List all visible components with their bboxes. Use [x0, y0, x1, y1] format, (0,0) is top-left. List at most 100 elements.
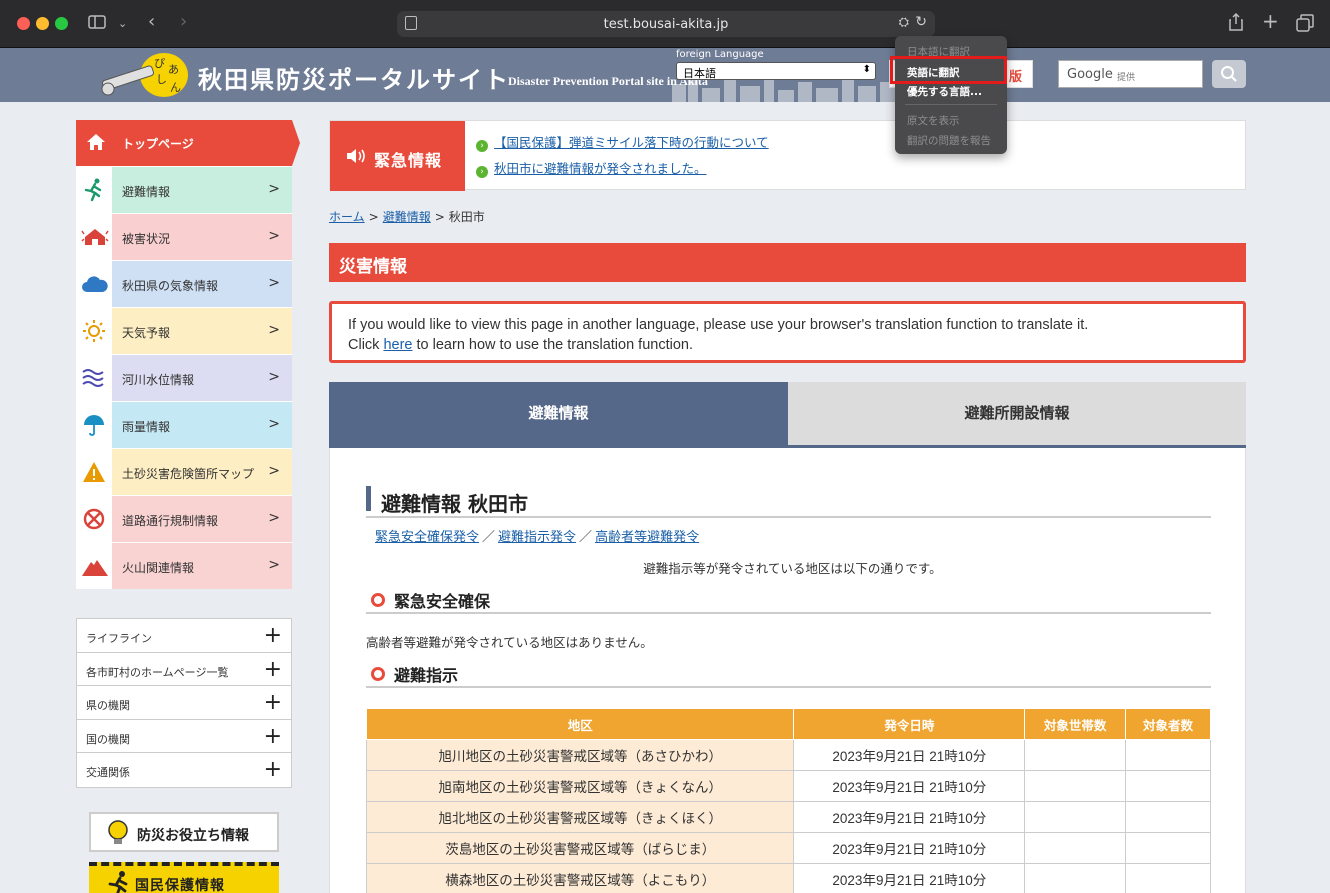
link-text: 【国民保護】弾道ミサイル落下時の行動について: [494, 135, 769, 150]
column-header-households: 対象世帯数: [1024, 708, 1127, 740]
table-row: 旭南地区の土砂災害警戒区域等（きょくなん） 2023年9月21日 21時10分: [365, 770, 1211, 802]
sidebar-item-evacuation[interactable]: 避難情報 >: [76, 166, 292, 213]
breadcrumb-section[interactable]: 避難情報: [383, 210, 431, 224]
sidebar-item-volcano[interactable]: 火山関連情報 >: [76, 542, 292, 589]
urgent-info-heading: 緊急情報: [330, 121, 465, 191]
damaged-house-icon: [81, 229, 109, 245]
table-row: 横森地区の土砂災害警戒区域等（よこもり） 2023年9月21日 21時10分: [365, 863, 1211, 893]
chevron-right-icon: >: [268, 275, 280, 291]
menu-separator: [905, 104, 997, 105]
column-header-datetime: 発令日時: [793, 708, 1026, 740]
plus-icon: +: [263, 690, 282, 715]
urgent-link-missile[interactable]: › 【国民保護】弾道ミサイル落下時の行動について: [476, 132, 769, 152]
sidebar-item-label: トップページ: [122, 137, 194, 151]
table-row: 旭川地区の土砂災害警戒区域等（あさひかわ） 2023年9月21日 21時10分: [365, 739, 1211, 771]
zoom-window-button[interactable]: [55, 17, 68, 30]
tab-shelter-info[interactable]: 避難所開設情報: [788, 382, 1246, 445]
disaster-tips-banner[interactable]: 防災お役立ち情報: [89, 812, 279, 852]
new-tab-icon[interactable]: +: [1262, 11, 1279, 31]
icon-box: [76, 167, 112, 213]
arrow-circle-icon: ›: [476, 140, 488, 152]
sidebar-item-forecast[interactable]: 天気予報 >: [76, 307, 292, 354]
reload-icon[interactable]: ↻: [915, 14, 927, 30]
tab-evacuation-info[interactable]: 避難情報: [329, 382, 788, 445]
url-text: test.bousai-akita.jp: [603, 17, 729, 32]
cell-households: [1024, 832, 1127, 864]
urgent-link-akita-evacuation[interactable]: › 秋田市に避難情報が発令されました。: [476, 158, 707, 178]
urgent-info-label: 緊急情報: [374, 151, 443, 170]
close-window-button[interactable]: [17, 17, 30, 30]
menu-item-preferred-languages[interactable]: 優先する言語...: [907, 84, 982, 99]
menu-item-report-issue[interactable]: 翻訳の問題を報告: [907, 133, 991, 148]
sidebar-item-label: 火山関連情報: [122, 561, 195, 575]
site-title[interactable]: 秋田県防災ポータルサイト: [198, 60, 510, 95]
accordion-item-transport[interactable]: 交通関係 +: [77, 753, 291, 787]
running-person-icon: [84, 178, 102, 202]
cloud-icon: [82, 276, 108, 292]
sidebar-item-label: 土砂災害危険箇所マップ: [122, 467, 255, 481]
accordion-item-municipalities[interactable]: 各市町村のホームページ一覧 +: [77, 653, 291, 686]
back-icon[interactable]: ‹: [148, 13, 155, 31]
highlight-box: [890, 56, 1007, 84]
mobile-version-label: 版: [1008, 70, 1022, 85]
share-icon[interactable]: [1229, 12, 1243, 35]
civil-protection-banner[interactable]: 国民保護情報: [89, 862, 279, 893]
sidebar-item-top-page[interactable]: トップページ: [76, 120, 300, 166]
umbrella-icon: [84, 415, 104, 436]
minimize-window-button[interactable]: [36, 17, 49, 30]
chevron-right-icon: >: [268, 322, 280, 338]
banner-label: 防災お役立ち情報: [137, 828, 249, 844]
level-links: 緊急安全確保発令／避難指示発令／高齢者等避難発令: [375, 526, 699, 545]
table-row: 茨島地区の土砂災害警戒区域等（ばらじま） 2023年9月21日 21時10分: [365, 832, 1211, 864]
icon-box: [76, 496, 112, 542]
accordion-item-national[interactable]: 国の機関 +: [77, 720, 291, 753]
here-link[interactable]: here: [383, 337, 412, 353]
sidebar-item-river-level[interactable]: 河川水位情報 >: [76, 354, 292, 401]
plus-icon: +: [263, 723, 282, 749]
link-emergency-safety[interactable]: 緊急安全確保発令: [375, 530, 479, 545]
heading-emergency-safety: 緊急安全確保: [366, 588, 1211, 614]
language-select-value: 日本語: [683, 67, 716, 80]
cell-datetime: 2023年9月21日 21時10分: [793, 739, 1026, 771]
search-button[interactable]: [1212, 60, 1246, 88]
menu-item-show-original[interactable]: 原文を表示: [907, 113, 960, 128]
breadcrumb-home[interactable]: ホーム: [329, 210, 365, 224]
sidebar-item-weather-info[interactable]: 秋田県の気象情報 >: [76, 260, 292, 307]
plus-icon: +: [263, 656, 282, 682]
info-tabs: 避難情報 避難所開設情報: [329, 382, 1246, 448]
ring-bullet-icon: [371, 667, 385, 681]
cell-people: [1125, 801, 1211, 833]
cell-datetime: 2023年9月21日 21時10分: [793, 832, 1026, 864]
forward-icon[interactable]: ›: [180, 13, 187, 31]
sidebar-item-damage[interactable]: 被害状況 >: [76, 213, 292, 260]
sidebar-toggle-icon[interactable]: [88, 15, 106, 33]
sidebar-item-landslide-map[interactable]: 土砂災害危険箇所マップ >: [76, 448, 292, 495]
link-evacuation-order[interactable]: 避難指示発令: [498, 530, 576, 545]
sidebar-item-rainfall[interactable]: 雨量情報 >: [76, 401, 292, 448]
no-area-text: 高齢者等避難が発令されている地区はありません。: [366, 635, 653, 650]
link-text: 秋田市に避難情報が発令されました。: [494, 161, 707, 176]
ring-bullet-icon: [371, 593, 385, 607]
link-elderly-evacuation[interactable]: 高齢者等避難発令: [595, 530, 699, 545]
home-icon: [87, 134, 105, 150]
sidebar-item-road-closure[interactable]: 道路通行規制情報 >: [76, 495, 292, 542]
cell-area: 旭北地区の土砂災害警戒区域等（きょくほく）: [365, 801, 795, 833]
accordion-item-lifeline[interactable]: ライフライン +: [77, 619, 291, 653]
translate-icon[interactable]: ⛭: [899, 15, 909, 30]
language-select[interactable]: 日本語 ⬍: [676, 62, 876, 80]
sun-icon: [83, 320, 105, 342]
cell-datetime: 2023年9月21日 21時10分: [793, 863, 1026, 893]
chevron-down-icon[interactable]: ⌄: [118, 15, 127, 33]
accordion-label: 各市町村のホームページ一覧: [86, 665, 229, 679]
speaker-icon: [347, 149, 365, 163]
google-search-input[interactable]: Google 提供: [1058, 60, 1203, 88]
tab-overview-icon[interactable]: [1296, 14, 1314, 36]
table-row: 旭北地区の土砂災害警戒区域等（きょくほく） 2023年9月21日 21時10分: [365, 801, 1211, 833]
akita-mascot-logo: ぴ あ し ん: [101, 53, 188, 97]
urgent-info-box: 緊急情報 › 【国民保護】弾道ミサイル落下時の行動について › 秋田市に避難情報が発…: [329, 120, 1246, 191]
accordion-item-prefecture[interactable]: 県の機関 +: [77, 686, 291, 720]
icon-box: [76, 543, 112, 589]
cell-area: 旭川地区の土砂災害警戒区域等（あさひかわ）: [365, 739, 795, 771]
address-bar[interactable]: test.bousai-akita.jp ⛭ ↻: [397, 11, 935, 37]
icon-box: [76, 308, 112, 354]
